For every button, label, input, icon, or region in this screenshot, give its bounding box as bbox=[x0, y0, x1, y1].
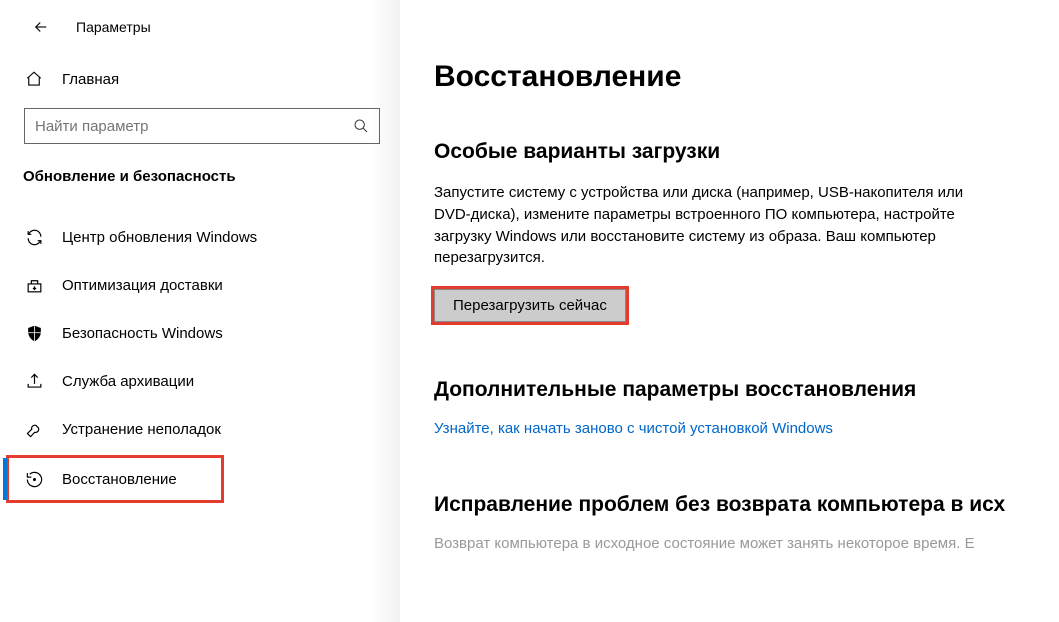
recovery-icon bbox=[24, 469, 44, 489]
section-heading: Особые варианты загрузки bbox=[434, 140, 1059, 164]
section-heading: Дополнительные параметры восстановления bbox=[434, 378, 1059, 402]
restart-now-button[interactable]: Перезагрузить сейчас bbox=[434, 289, 626, 322]
sidebar-section-title: Обновление и безопасность bbox=[0, 168, 400, 213]
backup-icon bbox=[24, 371, 44, 391]
header-row: Параметры bbox=[0, 8, 400, 60]
section-more-recovery: Дополнительные параметры восстановления … bbox=[434, 378, 1059, 437]
delivery-icon bbox=[24, 275, 44, 295]
nav-item-label: Оптимизация доставки bbox=[62, 277, 223, 294]
shield-icon bbox=[24, 323, 44, 343]
nav-item-delivery-optimization[interactable]: Оптимизация доставки bbox=[0, 261, 400, 309]
nav-item-label: Восстановление bbox=[62, 471, 177, 488]
section-faded-text: Возврат компьютера в исходное состояние … bbox=[434, 535, 1059, 552]
section-advanced-startup: Особые варианты загрузки Запустите систе… bbox=[434, 140, 1059, 322]
nav-item-recovery[interactable]: Восстановление bbox=[6, 455, 224, 503]
nav-item-label: Служба архивации bbox=[62, 373, 194, 390]
section-heading: Исправление проблем без возврата компьют… bbox=[434, 493, 1059, 517]
search-icon bbox=[353, 118, 369, 134]
content-area: Восстановление Особые варианты загрузки … bbox=[400, 0, 1059, 622]
wrench-icon bbox=[24, 419, 44, 439]
nav-item-windows-security[interactable]: Безопасность Windows bbox=[0, 309, 400, 357]
nav-home[interactable]: Главная bbox=[0, 60, 400, 98]
nav-item-backup[interactable]: Служба архивации bbox=[0, 357, 400, 405]
page-title: Восстановление bbox=[434, 60, 1059, 94]
header-title: Параметры bbox=[76, 19, 151, 35]
search-input[interactable] bbox=[35, 118, 353, 135]
sidebar: Параметры Главная Обновление и безопасно… bbox=[0, 0, 400, 622]
back-arrow-icon[interactable] bbox=[24, 14, 58, 40]
nav-home-label: Главная bbox=[62, 71, 119, 88]
nav-item-label: Устранение неполадок bbox=[62, 421, 221, 438]
sync-icon bbox=[24, 227, 44, 247]
nav-item-update-center[interactable]: Центр обновления Windows bbox=[0, 213, 400, 261]
search-box[interactable] bbox=[24, 108, 380, 144]
home-icon bbox=[24, 70, 44, 88]
nav-item-label: Безопасность Windows bbox=[62, 325, 223, 342]
fresh-install-link[interactable]: Узнайте, как начать заново с чистой уста… bbox=[434, 420, 1059, 437]
section-fix-problems: Исправление проблем без возврата компьют… bbox=[434, 493, 1059, 552]
nav-item-troubleshoot[interactable]: Устранение неполадок bbox=[0, 405, 400, 453]
section-body: Запустите систему с устройства или диска… bbox=[434, 182, 999, 269]
nav-item-label: Центр обновления Windows bbox=[62, 229, 257, 246]
